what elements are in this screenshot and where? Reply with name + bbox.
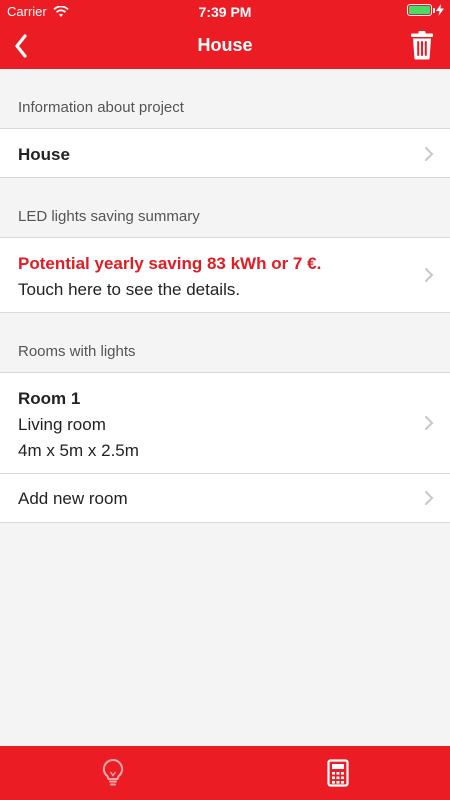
calculator-icon: [326, 759, 349, 787]
tab-calculator[interactable]: [225, 746, 450, 800]
saving-summary-row[interactable]: Potential yearly saving 83 kWh or 7 €. T…: [0, 237, 450, 313]
status-right: [407, 4, 444, 16]
lightbulb-icon: [102, 759, 123, 786]
room-dimensions: 4m x 5m x 2.5m: [18, 441, 139, 460]
chevron-right-icon: [425, 491, 434, 505]
project-name: House: [18, 145, 70, 164]
section-header-project: Information about project: [18, 99, 184, 116]
room-row[interactable]: Room 1 Living room 4m x 5m x 2.5m: [0, 373, 450, 473]
status-time: 7:39 PM: [198, 4, 252, 20]
battery-tip: [433, 8, 435, 13]
room-type: Living room: [18, 415, 106, 434]
tab-bar: [0, 746, 450, 800]
project-name-row[interactable]: House: [0, 128, 450, 178]
rooms-group: Room 1 Living room 4m x 5m x 2.5m Add ne…: [0, 372, 450, 523]
section-header-rooms: Rooms with lights: [18, 343, 136, 360]
add-room-row[interactable]: Add new room: [0, 474, 450, 523]
nav-bar: House: [0, 22, 450, 69]
charging-icon: [436, 4, 444, 16]
section-header-saving: LED lights saving summary: [18, 208, 200, 225]
chevron-right-icon: [425, 416, 434, 430]
top-bar: Carrier 7:39 PM House: [0, 0, 450, 69]
room-name: Room 1: [18, 389, 81, 408]
battery-level: [409, 6, 430, 14]
saving-potential-text: Potential yearly saving 83 kWh or 7 €.: [18, 254, 322, 273]
tab-lights[interactable]: [0, 746, 225, 800]
chevron-right-icon: [425, 268, 434, 282]
delete-button[interactable]: [410, 30, 434, 60]
status-bar: Carrier 7:39 PM: [0, 0, 450, 22]
add-room-label: Add new room: [18, 489, 128, 508]
battery-icon: [407, 4, 435, 16]
chevron-right-icon: [425, 147, 434, 161]
trash-icon: [411, 31, 433, 60]
page-title: House: [197, 35, 253, 55]
saving-details-hint: Touch here to see the details.: [18, 280, 241, 299]
